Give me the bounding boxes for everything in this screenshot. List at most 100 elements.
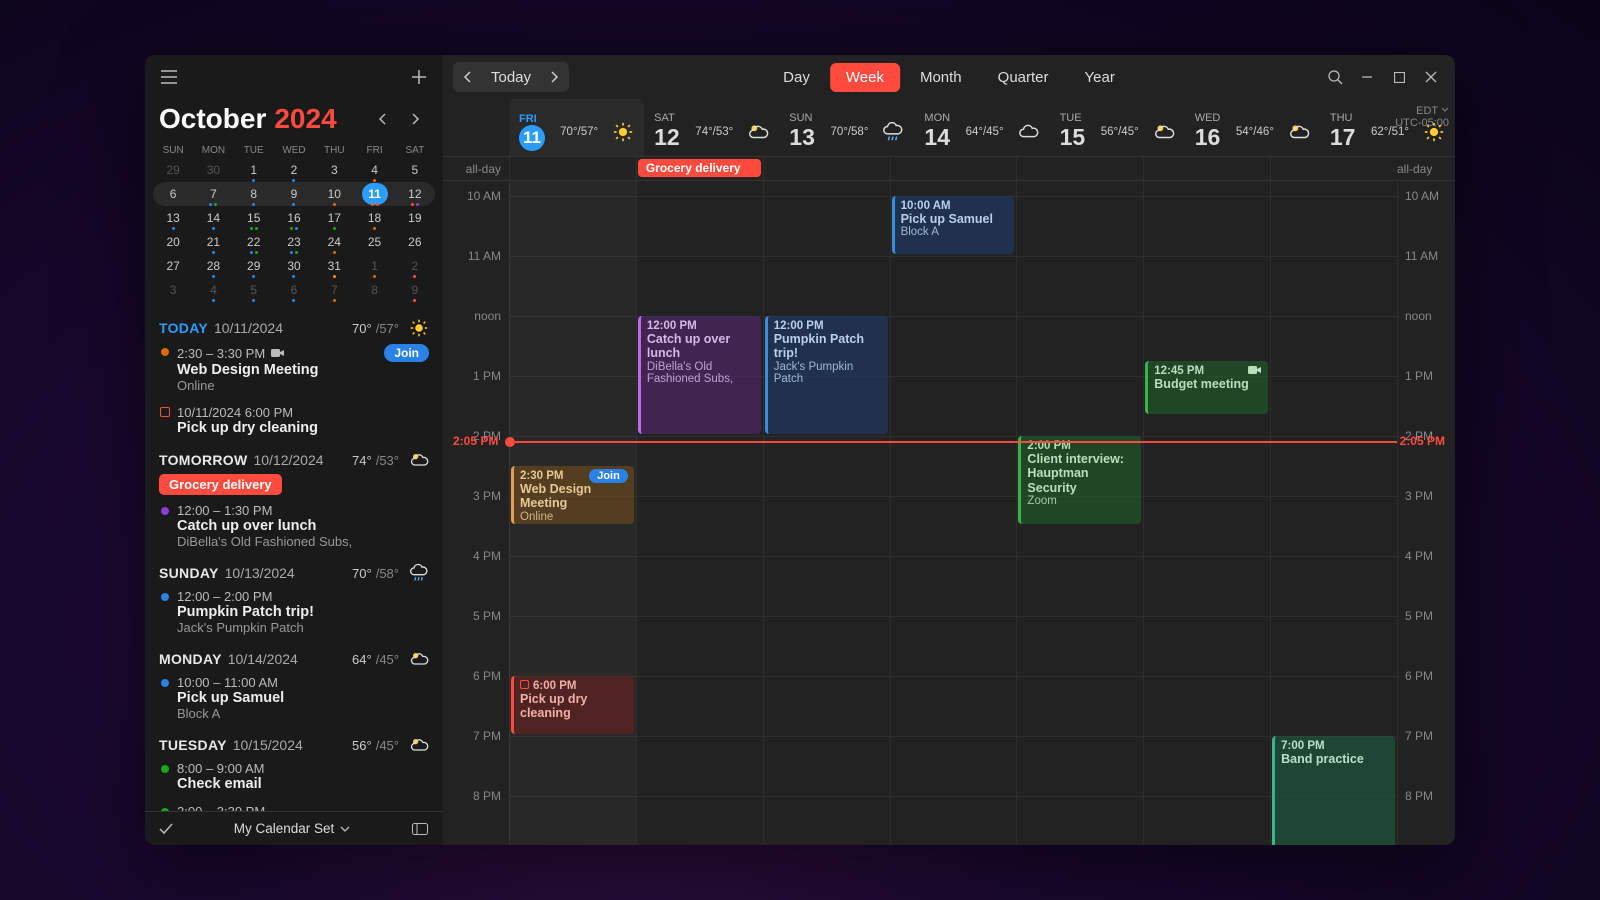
tab-year[interactable]: Year [1069,63,1131,92]
mini-day[interactable]: 3 [314,158,354,182]
next-period-button[interactable] [541,64,567,90]
panel-toggle-icon[interactable] [409,815,431,843]
mini-day[interactable]: 23 [274,230,314,254]
task-checkbox-icon[interactable] [160,407,170,417]
close-button[interactable] [1417,63,1445,91]
event-grid[interactable]: Join2:30 PMWeb Design MeetingOnline 6:00 … [509,181,1397,845]
day-header[interactable]: SAT1274°/53° [644,99,779,156]
tab-week[interactable]: Week [830,63,900,92]
today-button[interactable]: Today [481,69,541,86]
mini-day[interactable]: 4 [354,158,394,182]
mini-day[interactable]: 25 [354,230,394,254]
mini-day[interactable]: 31 [314,254,354,278]
mini-day[interactable]: 16 [274,206,314,230]
mini-day[interactable]: 13 [153,206,193,230]
mini-day[interactable]: 2 [395,254,435,278]
mini-day[interactable]: 18 [354,206,394,230]
mini-day[interactable]: 30 [193,158,233,182]
allday-slot[interactable] [509,157,636,180]
calendar-event[interactable]: 6:00 PMPick up dry cleaning [511,676,634,734]
agenda-allday-pill[interactable]: Grocery delivery [159,474,282,495]
join-button[interactable]: Join [384,344,429,362]
tab-quarter[interactable]: Quarter [982,63,1065,92]
mini-day[interactable]: 10 [314,182,354,206]
add-event-button[interactable] [405,63,433,91]
menu-icon[interactable] [155,63,183,91]
task-checkbox-icon[interactable] [520,680,529,689]
mini-day[interactable]: 19 [395,206,435,230]
mini-day[interactable]: 12 [395,182,435,206]
mini-day[interactable]: 5 [395,158,435,182]
mini-day[interactable]: 29 [153,158,193,182]
prev-month-button[interactable] [369,105,397,133]
mini-day[interactable]: 28 [193,254,233,278]
mini-day[interactable]: 11 [354,182,394,206]
mini-day[interactable]: 2 [274,158,314,182]
allday-slot[interactable] [1143,157,1270,180]
calendar-event[interactable]: 2:00 PMClient interview: Hauptman Securi… [1018,436,1141,524]
agenda-event[interactable]: 2:00 – 3:30 PMClient interview: Hauptman… [145,800,443,811]
agenda-event[interactable]: 8:00 – 9:00 AMCheck email [145,757,443,800]
allday-slot[interactable] [890,157,1017,180]
minimize-button[interactable] [1353,63,1381,91]
allday-slot[interactable] [1016,157,1143,180]
mini-day[interactable]: 29 [234,254,274,278]
mini-day[interactable]: 7 [314,278,354,302]
day-header[interactable]: FRI1170°/57° [509,99,644,156]
mini-day[interactable]: 4 [193,278,233,302]
mini-day[interactable]: 3 [153,278,193,302]
allday-label-left: all-day [443,157,509,180]
mini-day[interactable]: 17 [314,206,354,230]
check-icon[interactable] [157,815,175,843]
mini-day[interactable]: 15 [234,206,274,230]
tab-day[interactable]: Day [767,63,826,92]
agenda-event[interactable]: 2:30 – 3:30 PM JoinWeb Design MeetingOnl… [145,340,443,401]
allday-slot[interactable] [1270,157,1397,180]
day-header[interactable]: THU1762°/51° [1320,99,1455,156]
mini-day[interactable]: 6 [153,182,193,206]
calendar-event[interactable]: 12:45 PMBudget meeting [1145,361,1268,414]
calendar-event[interactable]: Join2:30 PMWeb Design MeetingOnline [511,466,634,524]
agenda-event[interactable]: 10/11/2024 6:00 PMPick up dry cleaning [145,401,443,444]
event-color-dot [161,765,169,773]
agenda-event[interactable]: 12:00 – 1:30 PMCatch up over lunchDiBell… [145,499,443,557]
day-header[interactable]: WED1654°/46° [1185,99,1320,156]
mini-day[interactable]: 24 [314,230,354,254]
mini-day[interactable]: 27 [153,254,193,278]
mini-day[interactable]: 7 [193,182,233,206]
mini-day[interactable]: 8 [354,278,394,302]
day-header[interactable]: MON1464°/45° [914,99,1049,156]
allday-slot[interactable] [763,157,890,180]
mini-day[interactable]: 6 [274,278,314,302]
tab-month[interactable]: Month [904,63,978,92]
allday-event[interactable]: Grocery delivery [638,159,761,177]
mini-day[interactable]: 26 [395,230,435,254]
mini-day[interactable]: 1 [234,158,274,182]
day-header[interactable]: SUN1370°/58° [779,99,914,156]
calendar-event[interactable]: 7:00 PMBand practice [1272,736,1395,845]
calendar-event[interactable]: 10:00 AMPick up SamuelBlock A [892,196,1015,254]
search-icon[interactable] [1321,63,1349,91]
mini-day[interactable]: 8 [234,182,274,206]
mini-day[interactable]: 9 [395,278,435,302]
mini-day[interactable]: 20 [153,230,193,254]
maximize-button[interactable] [1385,63,1413,91]
agenda-event[interactable]: 10:00 – 11:00 AMPick up SamuelBlock A [145,671,443,729]
day-header[interactable]: TUE1556°/45° [1050,99,1185,156]
mini-day[interactable]: 22 [234,230,274,254]
calendar-event[interactable]: 12:00 PMPumpkin Patch trip!Jack's Pumpki… [765,316,888,434]
mini-day[interactable]: 21 [193,230,233,254]
calendar-event[interactable]: 12:00 PMCatch up over lunchDiBella's Old… [638,316,761,434]
prev-period-button[interactable] [455,64,481,90]
agenda-event[interactable]: 12:00 – 2:00 PMPumpkin Patch trip!Jack's… [145,585,443,643]
mini-day[interactable]: 9 [274,182,314,206]
mini-day[interactable]: 1 [354,254,394,278]
mini-day[interactable]: 30 [274,254,314,278]
calendar-set-picker[interactable]: My Calendar Set [234,821,351,836]
agenda-list[interactable]: TODAY10/11/202470°/57°2:30 – 3:30 PM Joi… [145,308,443,811]
join-button[interactable]: Join [589,469,628,483]
week-grid[interactable]: 10 AM11 AMnoon1 PM2 PM3 PM4 PM5 PM6 PM7 … [443,181,1455,845]
mini-day[interactable]: 5 [234,278,274,302]
next-month-button[interactable] [401,105,429,133]
mini-day[interactable]: 14 [193,206,233,230]
